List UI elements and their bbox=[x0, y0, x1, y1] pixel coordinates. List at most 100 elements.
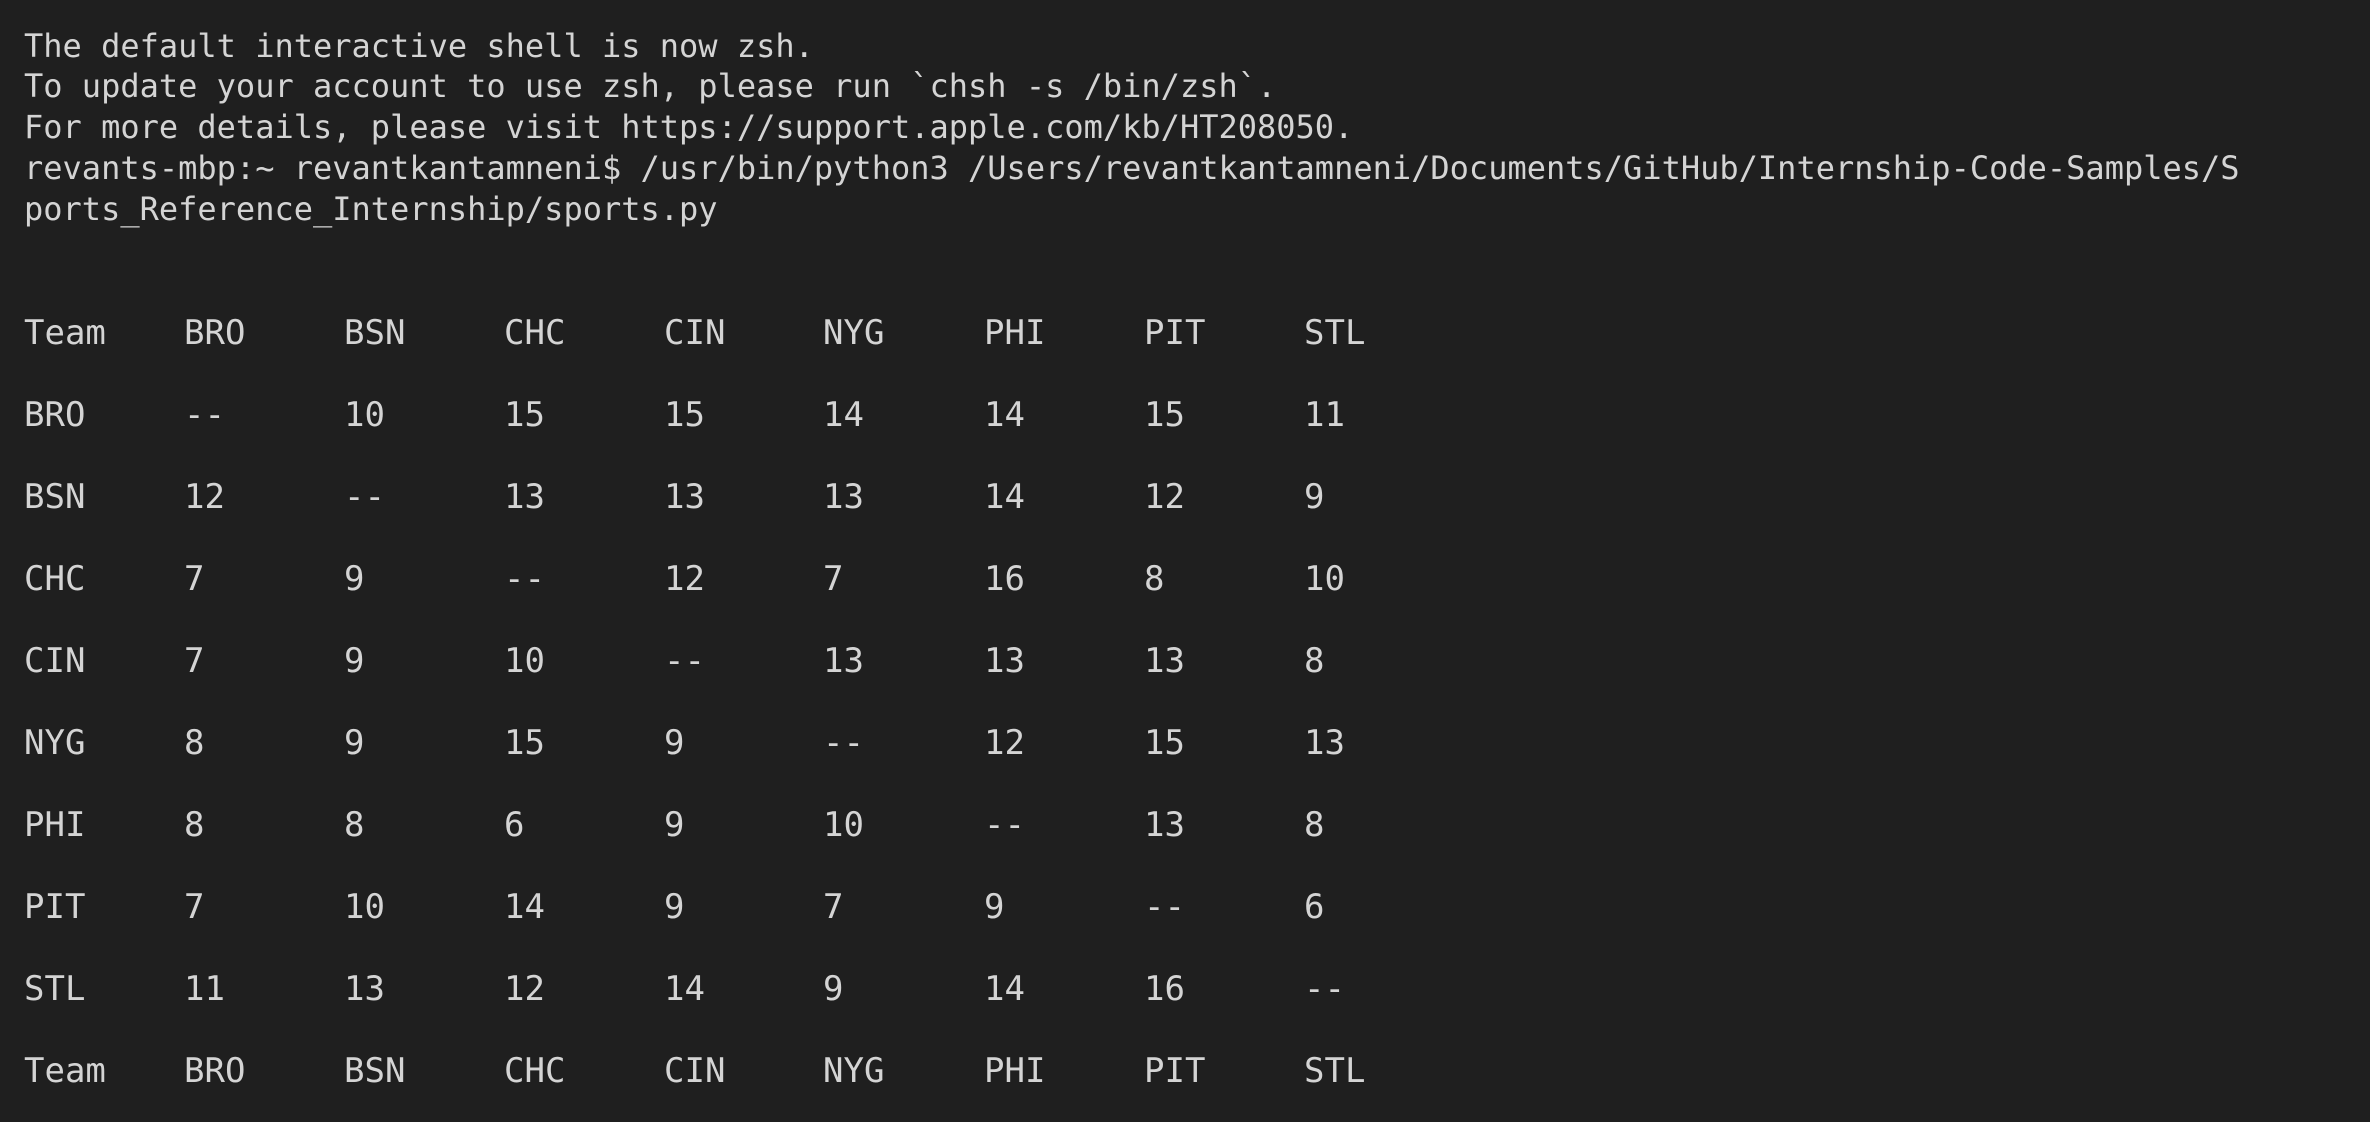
table-cell: 13 bbox=[504, 477, 545, 517]
table-cell: 13 bbox=[1144, 641, 1185, 681]
table-cell: 10 bbox=[344, 887, 385, 927]
table-cell: 16 bbox=[984, 559, 1025, 599]
table-cell: 11 bbox=[1304, 395, 1345, 435]
table-cell: 7 bbox=[184, 641, 205, 681]
table-cell: 10 bbox=[504, 641, 545, 681]
team-label-cell: BRO bbox=[24, 395, 86, 435]
table-cell: 9 bbox=[344, 723, 365, 763]
table-cell: -- bbox=[1144, 887, 1185, 927]
table-cell: 14 bbox=[984, 969, 1025, 1009]
table-cell: 14 bbox=[504, 887, 545, 927]
table-cell: 13 bbox=[984, 641, 1025, 681]
table-cell: 7 bbox=[823, 887, 844, 927]
table-cell: 16 bbox=[1144, 969, 1185, 1009]
intro-line-2: To update your account to use zsh, pleas… bbox=[24, 67, 1277, 105]
table-row: BRO -- 10 15 15 14 14 15 11 bbox=[24, 393, 1524, 437]
team-label-cell: Team bbox=[24, 313, 106, 353]
table-cell: 9 bbox=[344, 641, 365, 681]
table-cell: -- bbox=[344, 477, 385, 517]
table-cell: CIN bbox=[664, 313, 726, 353]
team-label-cell: CHC bbox=[24, 559, 86, 599]
table-row: NYG 8 9 15 9 -- 12 15 13 bbox=[24, 721, 1524, 765]
intro-line-3: For more details, please visit https://s… bbox=[24, 108, 1354, 146]
team-label-cell: PIT bbox=[24, 887, 86, 927]
table-cell: NYG bbox=[823, 1051, 885, 1091]
table-cell: -- bbox=[504, 559, 545, 599]
table-cell: STL bbox=[1304, 313, 1366, 353]
table-cell: 8 bbox=[1304, 805, 1325, 845]
table-cell: 13 bbox=[344, 969, 385, 1009]
table-cell: 15 bbox=[664, 395, 705, 435]
team-label-cell: BSN bbox=[24, 477, 86, 517]
table-cell: 8 bbox=[1144, 559, 1165, 599]
table-cell: 9 bbox=[1304, 477, 1325, 517]
table-row: STL 11 13 12 14 9 14 16 -- bbox=[24, 967, 1524, 1011]
prompt-command-line-wrap: ports_Reference_Internship/sports.py bbox=[24, 190, 718, 228]
table-footer-row: Team BRO BSN CHC CIN NYG PHI PIT STL bbox=[24, 1049, 1524, 1093]
table-cell: CIN bbox=[664, 1051, 726, 1091]
table-cell: BSN bbox=[344, 313, 406, 353]
table-cell: NYG bbox=[823, 313, 885, 353]
table-cell: BRO bbox=[184, 1051, 246, 1091]
table-header-row: Team BRO BSN CHC CIN NYG PHI PIT STL bbox=[24, 311, 1524, 355]
table-cell: -- bbox=[1304, 969, 1345, 1009]
table-cell: 12 bbox=[1144, 477, 1185, 517]
table-cell: 6 bbox=[504, 805, 525, 845]
table-row: CIN 7 9 10 -- 13 13 13 8 bbox=[24, 639, 1524, 683]
table-cell: PHI bbox=[984, 313, 1046, 353]
table-cell: 9 bbox=[664, 887, 685, 927]
table-cell: 9 bbox=[823, 969, 844, 1009]
table-cell: -- bbox=[664, 641, 705, 681]
table-cell: STL bbox=[1304, 1051, 1366, 1091]
team-label-cell: STL bbox=[24, 969, 86, 1009]
table-row: PIT 7 10 14 9 7 9 -- 6 bbox=[24, 885, 1524, 929]
table-cell: -- bbox=[823, 723, 864, 763]
team-label-cell: Team bbox=[24, 1051, 106, 1091]
table-row: PHI 8 8 6 9 10 -- 13 8 bbox=[24, 803, 1524, 847]
table-cell: 7 bbox=[184, 559, 205, 599]
table-cell: PIT bbox=[1144, 1051, 1206, 1091]
table-cell: 15 bbox=[504, 723, 545, 763]
prompt-command-line: revants-mbp:~ revantkantamneni$ /usr/bin… bbox=[24, 149, 2240, 187]
terminal-window[interactable]: The default interactive shell is now zsh… bbox=[0, 0, 2370, 1122]
table-cell: 13 bbox=[823, 477, 864, 517]
table-cell: CHC bbox=[504, 1051, 566, 1091]
table-cell: 8 bbox=[184, 805, 205, 845]
table-cell: 10 bbox=[1304, 559, 1345, 599]
table-cell: 14 bbox=[984, 395, 1025, 435]
table-cell: 12 bbox=[184, 477, 225, 517]
table-cell: -- bbox=[184, 395, 225, 435]
team-label-cell: CIN bbox=[24, 641, 86, 681]
table-row: BSN 12 -- 13 13 13 14 12 9 bbox=[24, 475, 1524, 519]
table-cell: 10 bbox=[823, 805, 864, 845]
table-cell: BRO bbox=[184, 313, 246, 353]
table-cell: 15 bbox=[1144, 395, 1185, 435]
table-cell: 12 bbox=[984, 723, 1025, 763]
table-cell: 14 bbox=[664, 969, 705, 1009]
table-cell: 12 bbox=[504, 969, 545, 1009]
table-cell: 8 bbox=[344, 805, 365, 845]
table-cell: 12 bbox=[664, 559, 705, 599]
table-cell: 9 bbox=[984, 887, 1005, 927]
table-cell: 13 bbox=[1304, 723, 1345, 763]
table-cell: 15 bbox=[504, 395, 545, 435]
table-cell: 6 bbox=[1304, 887, 1325, 927]
team-label-cell: NYG bbox=[24, 723, 86, 763]
table-cell: 14 bbox=[823, 395, 864, 435]
table-cell: 7 bbox=[823, 559, 844, 599]
table-cell: 8 bbox=[184, 723, 205, 763]
table-cell: 9 bbox=[664, 723, 685, 763]
table-cell: 7 bbox=[184, 887, 205, 927]
team-label-cell: PHI bbox=[24, 805, 86, 845]
table-cell: 14 bbox=[984, 477, 1025, 517]
table-cell: PIT bbox=[1144, 313, 1206, 353]
table-cell: PHI bbox=[984, 1051, 1046, 1091]
table-row: CHC 7 9 -- 12 7 16 8 10 bbox=[24, 557, 1524, 601]
table-cell: 11 bbox=[184, 969, 225, 1009]
table-cell: BSN bbox=[344, 1051, 406, 1091]
table-cell: 9 bbox=[344, 559, 365, 599]
table-cell: 8 bbox=[1304, 641, 1325, 681]
intro-line-1: The default interactive shell is now zsh… bbox=[24, 27, 814, 65]
table-cell: 13 bbox=[1144, 805, 1185, 845]
table-cell: 13 bbox=[664, 477, 705, 517]
